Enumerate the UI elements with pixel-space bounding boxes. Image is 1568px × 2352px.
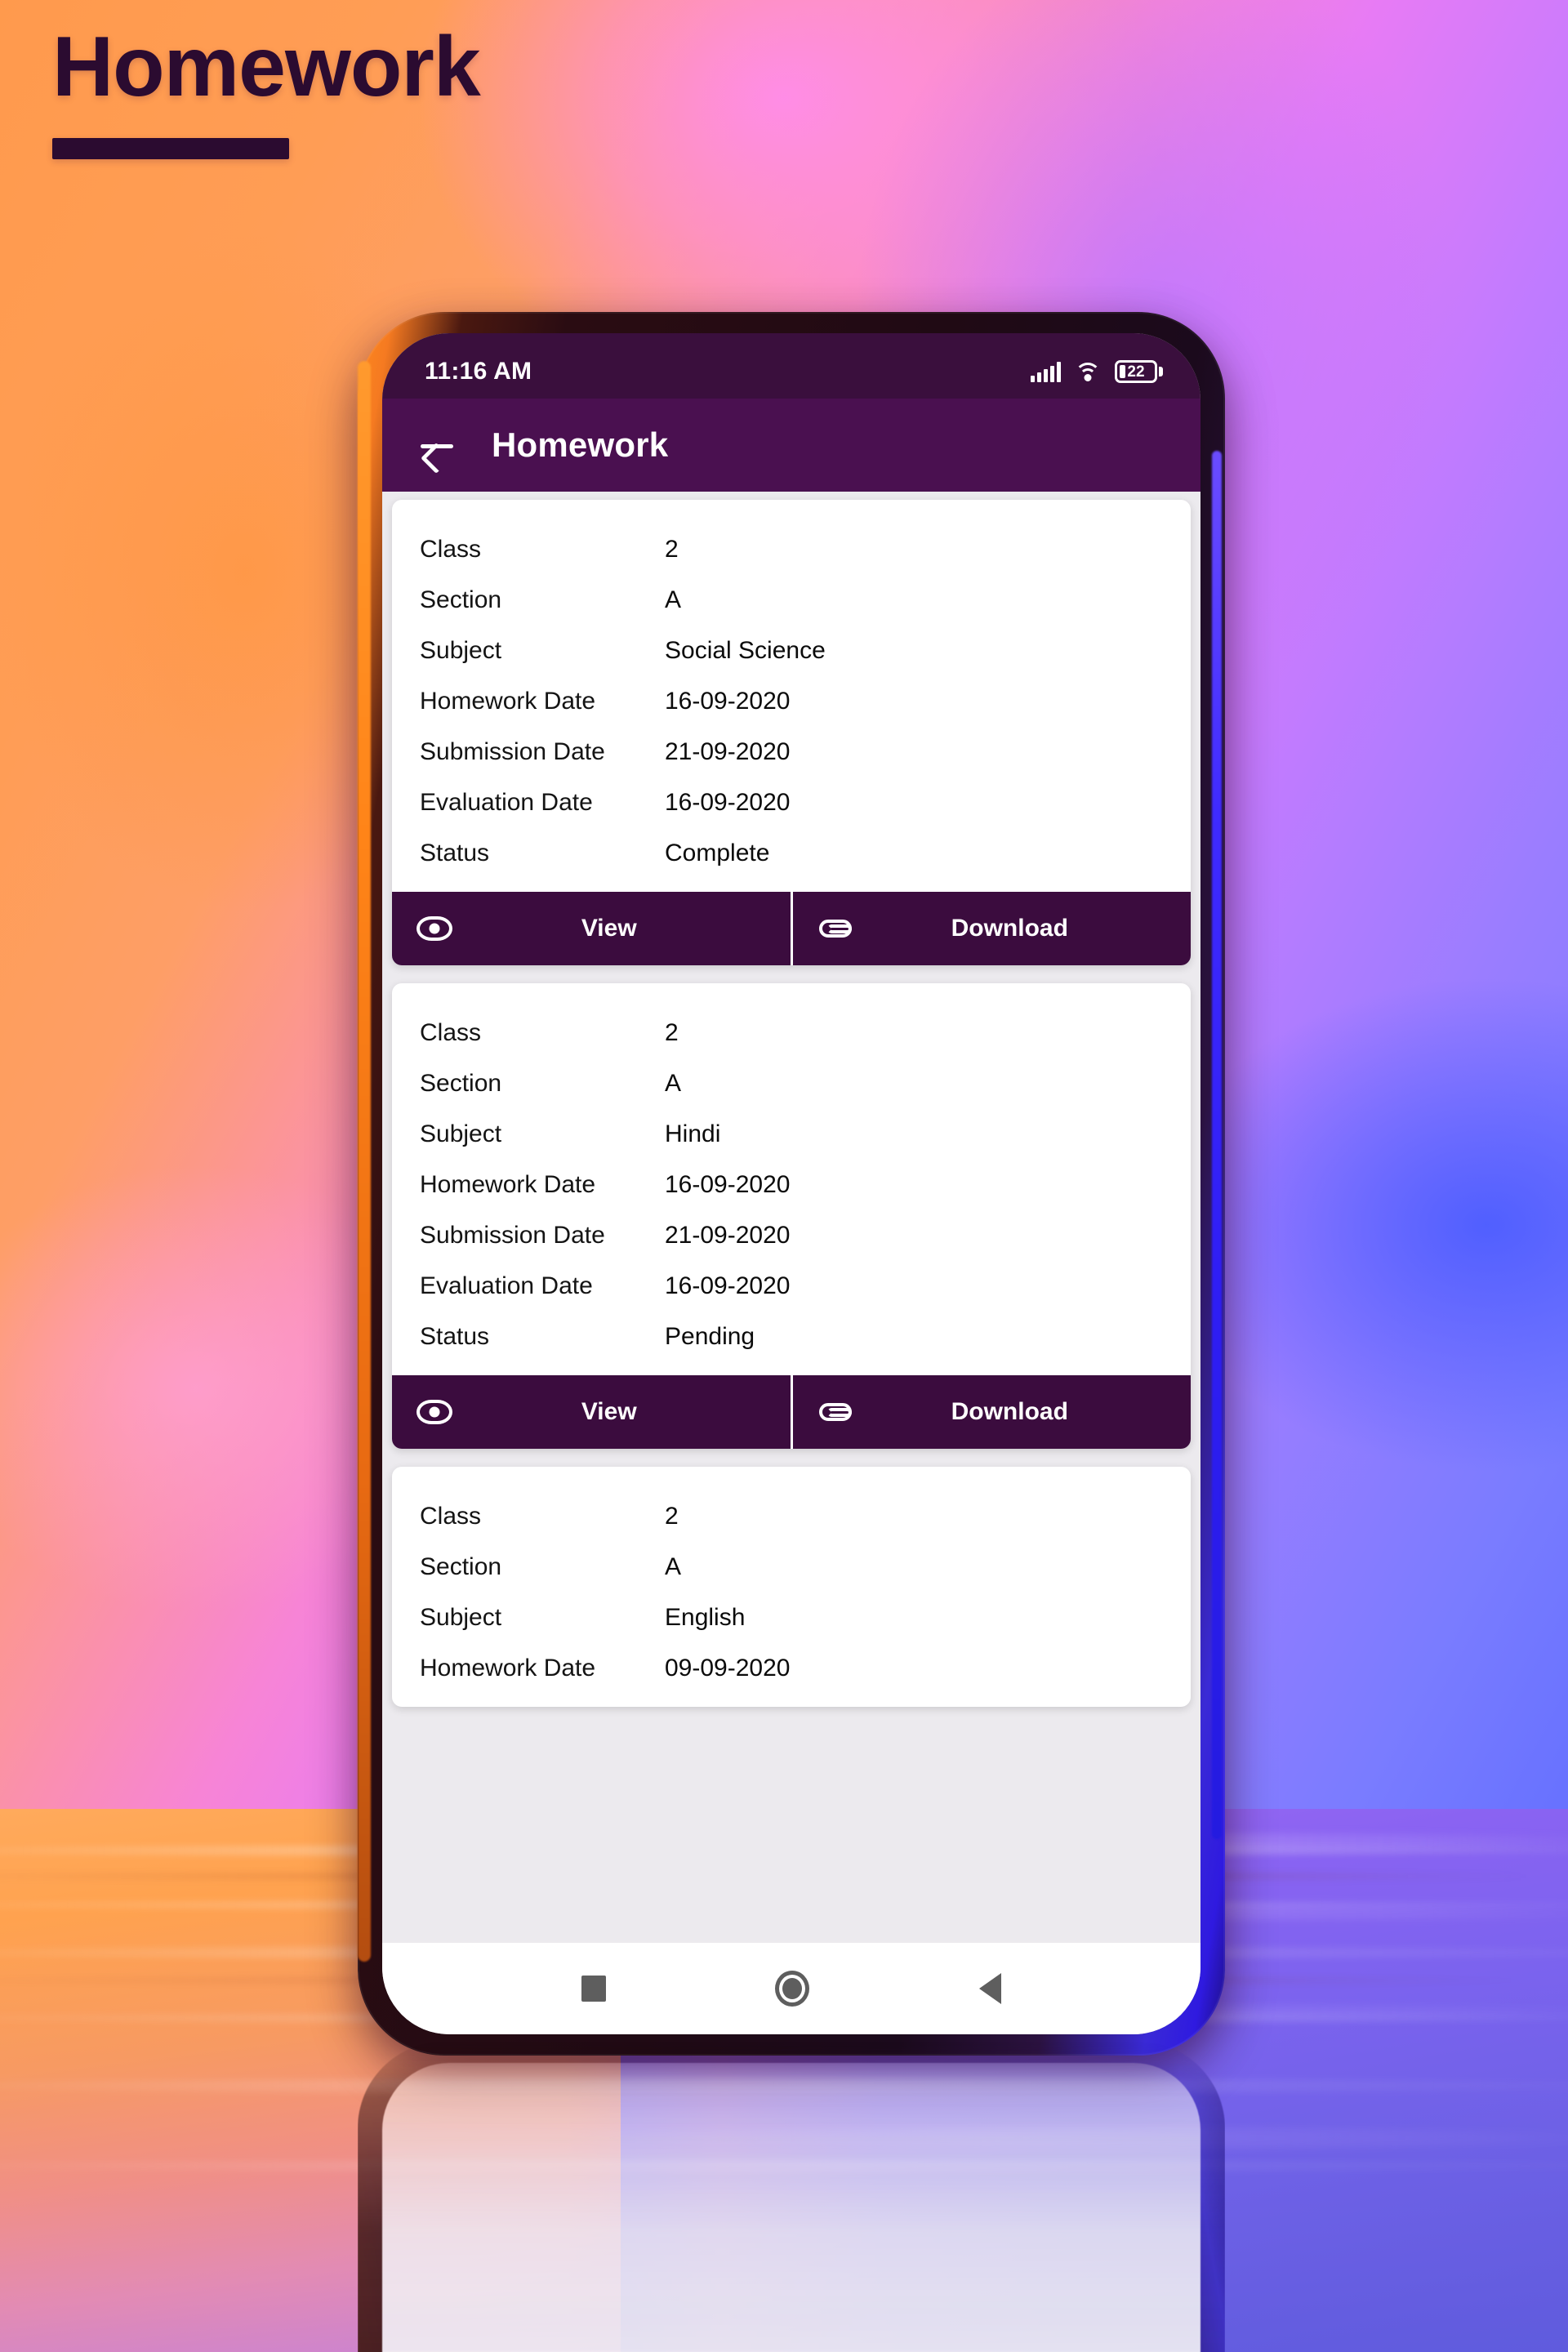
row-label: Section [420, 586, 502, 613]
row-label: Submission Date [420, 1222, 605, 1249]
app-bar: Homework [382, 399, 1200, 492]
circle-home-icon[interactable] [775, 1971, 810, 2007]
row-value: 16-09-2020 [665, 1272, 791, 1299]
paperclip-icon [817, 916, 853, 941]
back-arrow-icon[interactable] [418, 426, 456, 464]
row-value: A [665, 1070, 682, 1097]
detail-row-submission-date: Submission Date 21-09-2020 [420, 1210, 1163, 1261]
row-label: Status [420, 1323, 490, 1350]
row-value: 2 [665, 1503, 679, 1530]
detail-row-evaluation-date: Evaluation Date 16-09-2020 [420, 777, 1163, 828]
row-label: Subject [420, 1120, 502, 1147]
eye-icon [416, 1400, 452, 1424]
detail-row-subject: Subject English [420, 1592, 1163, 1643]
homework-card[interactable]: Class 2 Section A Subject English Homework … [392, 1467, 1191, 1707]
triangle-back-icon[interactable] [979, 1973, 1002, 2004]
app-bar-title: Homework [492, 425, 669, 464]
android-nav-bar [382, 1943, 1200, 2034]
row-label: Subject [420, 1604, 502, 1631]
phone-screen: 11:16 AM 22 Homework Class 2 Section A S… [382, 333, 1200, 2034]
row-label: Subject [420, 637, 502, 664]
wifi-icon [1075, 361, 1101, 382]
view-button[interactable]: View [392, 1375, 791, 1449]
row-label: Section [420, 1553, 502, 1580]
poster-title-block: Homework [52, 20, 481, 160]
row-value: A [665, 586, 682, 613]
homework-card-details: Class 2 Section A Subject Hindi Homework Da… [392, 983, 1191, 1375]
row-label: Class [420, 1019, 482, 1046]
detail-row-section: Section A [420, 575, 1163, 626]
homework-card-actions: View Download [392, 892, 1191, 965]
battery-tip [1159, 367, 1163, 376]
eye-icon [416, 916, 452, 941]
floor-ripple [0, 2160, 1568, 2172]
detail-row-section: Section A [420, 1058, 1163, 1109]
row-label: Evaluation Date [420, 789, 593, 816]
row-value: 16-09-2020 [665, 789, 791, 816]
detail-row-evaluation-date: Evaluation Date 16-09-2020 [420, 1261, 1163, 1312]
row-value: Hindi [665, 1120, 721, 1147]
page-title: Homework [52, 20, 481, 114]
title-underline-rule [52, 138, 289, 160]
paperclip-icon [817, 1400, 853, 1424]
detail-row-submission-date: Submission Date 21-09-2020 [420, 727, 1163, 777]
detail-row-homework-date: Homework Date 16-09-2020 [420, 676, 1163, 727]
signal-icon [1031, 361, 1061, 382]
status-badge: Pending [665, 1323, 755, 1350]
detail-row-class: Class 2 [420, 1008, 1163, 1058]
status-badge: Complete [665, 840, 770, 866]
status-bar-time: 11:16 AM [425, 358, 532, 385]
row-value: A [665, 1553, 682, 1580]
detail-row-status: Status Complete [420, 828, 1163, 879]
row-label: Class [420, 536, 482, 563]
row-value: Social Science [665, 637, 826, 664]
detail-row-status: Status Pending [420, 1312, 1163, 1362]
row-label: Class [420, 1503, 482, 1530]
row-label: Evaluation Date [420, 1272, 593, 1299]
view-button-label: View [581, 915, 637, 942]
status-bar: 11:16 AM 22 [382, 333, 1200, 399]
detail-row-homework-date: Homework Date 16-09-2020 [420, 1160, 1163, 1210]
download-button-label: Download [951, 1398, 1068, 1425]
row-value: 2 [665, 536, 679, 563]
floor-ripple [0, 2078, 1568, 2093]
row-label: Homework Date [420, 1171, 596, 1198]
download-button-label: Download [951, 915, 1068, 942]
row-label: Section [420, 1070, 502, 1097]
row-value: 2 [665, 1019, 679, 1046]
battery-level-label: 22 [1115, 360, 1157, 383]
view-button[interactable]: View [392, 892, 791, 965]
homework-card-actions: View Download [392, 1375, 1191, 1449]
row-label: Submission Date [420, 738, 605, 765]
detail-row-section: Section A [420, 1542, 1163, 1592]
view-button-label: View [581, 1398, 637, 1425]
square-recents-icon[interactable] [581, 1976, 606, 2002]
row-label: Status [420, 840, 490, 866]
detail-row-class: Class 2 [420, 1491, 1163, 1542]
row-value: 21-09-2020 [665, 738, 791, 765]
row-label: Homework Date [420, 688, 596, 715]
row-value: 21-09-2020 [665, 1222, 791, 1249]
row-value: 09-09-2020 [665, 1655, 791, 1682]
row-value: English [665, 1604, 746, 1631]
detail-row-subject: Subject Social Science [420, 626, 1163, 676]
homework-card[interactable]: Class 2 Section A Subject Social Science Ho… [392, 500, 1191, 965]
homework-card-details: Class 2 Section A Subject Social Science Ho… [392, 500, 1191, 892]
row-value: 16-09-2020 [665, 1171, 791, 1198]
detail-row-class: Class 2 [420, 524, 1163, 575]
battery-icon: 22 [1115, 360, 1163, 383]
homework-card-details: Class 2 Section A Subject English Homework … [392, 1467, 1191, 1707]
detail-row-subject: Subject Hindi [420, 1109, 1163, 1160]
homework-card[interactable]: Class 2 Section A Subject Hindi Homework Da… [392, 983, 1191, 1449]
download-button[interactable]: Download [790, 892, 1192, 965]
row-label: Homework Date [420, 1655, 596, 1682]
status-bar-icons: 22 [1031, 360, 1163, 383]
row-value: 16-09-2020 [665, 688, 791, 715]
phone-mockup: 11:16 AM 22 Homework Class 2 Section A S… [358, 312, 1225, 2068]
detail-row-homework-date: Homework Date 09-09-2020 [420, 1643, 1163, 1694]
homework-list[interactable]: Class 2 Section A Subject Social Science Ho… [382, 492, 1200, 1943]
download-button[interactable]: Download [790, 1375, 1192, 1449]
